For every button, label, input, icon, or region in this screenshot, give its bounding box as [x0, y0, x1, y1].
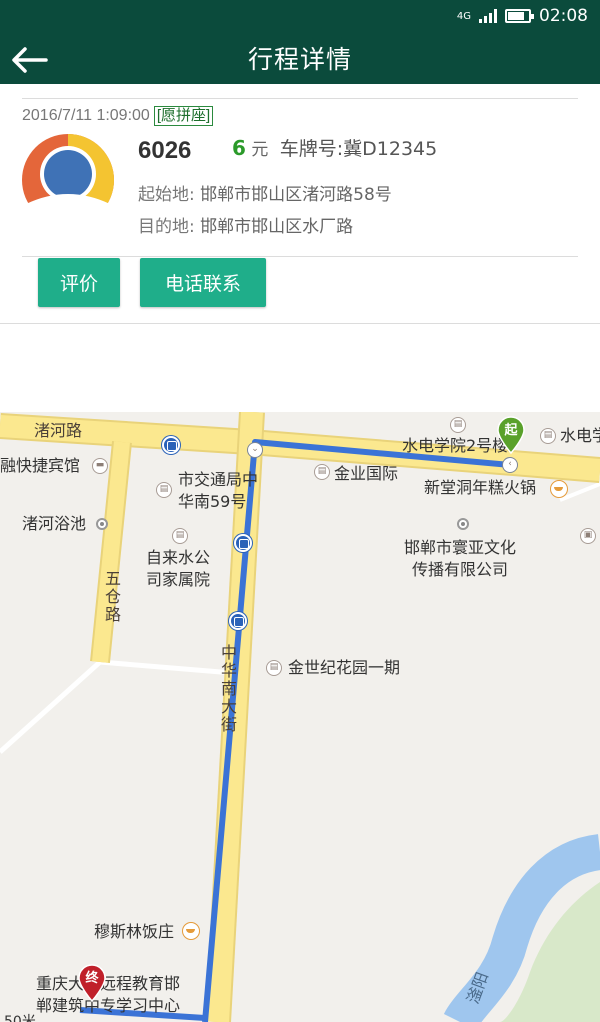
road-char: 中 [220, 643, 237, 662]
price-unit: 元 [251, 140, 269, 160]
restaurant-icon[interactable] [182, 922, 200, 940]
poi-dot-icon[interactable] [96, 518, 108, 530]
road-char: 路 [104, 605, 121, 624]
route-map[interactable]: 渚河路 五 仓 路 中 华 南 大 街 ▤ 水电学院2号楼 ▤ 水电学 融快捷宾… [0, 412, 600, 1022]
trip-card: 2016/7/11 1:09:00 [愿拼座] 6026 6 元 车牌号:冀D12… [0, 84, 600, 324]
divider [22, 98, 578, 99]
origin-row: 起始地: 邯郸市邯山区渚河路58号 [138, 180, 392, 205]
price-row: 6 元 车牌号:冀D12345 [232, 134, 437, 161]
divider [22, 256, 578, 257]
road-char: 街 [220, 715, 237, 734]
status-bar: 4G 02:08 [0, 0, 600, 36]
clock: 02:08 [539, 6, 588, 26]
poi-label: 华南59号 [178, 492, 247, 511]
poi-label: 水电学 [560, 426, 600, 445]
poi-label: 市交通局中 [178, 470, 259, 489]
poi-dot-icon[interactable] [457, 518, 469, 530]
end-marker-icon[interactable]: 终 [77, 964, 107, 1002]
building-poi-icon[interactable]: ▤ [450, 417, 466, 433]
route-waypoint-icon: ‹ [502, 457, 518, 473]
poi-label: 金业国际 [334, 464, 399, 483]
page-title: 行程详情 [247, 45, 352, 74]
signal-icon [479, 9, 497, 23]
road-label: 渚河路 [34, 421, 83, 440]
building-poi-icon[interactable]: ▤ [540, 428, 556, 444]
default-avatar-icon [22, 134, 114, 226]
restaurant-icon[interactable] [550, 480, 568, 498]
poi-label: 渚河浴池 [22, 514, 87, 533]
poi-label: 穆斯林饭庄 [94, 922, 175, 941]
road-char: 五 [104, 569, 121, 588]
start-marker-icon[interactable]: 起 [496, 416, 526, 454]
call-button[interactable]: 电话联系 [140, 258, 266, 307]
map-scale: 50米 [4, 1014, 36, 1022]
battery-level [508, 12, 524, 20]
destination-row: 目的地: 邯郸市邯山区水厂路 [138, 212, 353, 237]
driver-number: 6026 [138, 137, 192, 164]
poi-label: 邯郸市寰亚文化 [404, 538, 517, 557]
poi-label: 融快捷宾馆 [0, 456, 81, 475]
price-value: 6 [232, 136, 246, 160]
battery-icon [505, 9, 534, 23]
trip-datetime: 2016/7/11 1:09:00 [22, 107, 150, 124]
bus-stop-icon[interactable] [234, 534, 252, 552]
gas-station-icon[interactable]: ▣ [580, 528, 596, 544]
poi-label: 自来水公 [146, 548, 211, 567]
poi-label: 传播有限公司 [412, 560, 509, 579]
road-label-vertical: 五 仓 路 [104, 570, 122, 624]
road-char: 大 [220, 697, 237, 716]
building-poi-icon[interactable]: ▤ [156, 482, 172, 498]
network-type: 4G [456, 10, 471, 22]
origin-label: 起始地: [138, 185, 195, 205]
road-label-vertical: 中 华 南 大 街 [220, 644, 238, 734]
poi-label: 金世纪花园一期 [288, 658, 401, 677]
poi-label: 新堂洞年糕火锅 [424, 478, 537, 497]
destination-address: 邯郸市邯山区水厂路 [200, 217, 354, 237]
route-waypoint-icon: ⌄ [247, 442, 263, 458]
seat-share-badge: [愿拼座] [153, 106, 214, 126]
poi-label: 水电学院2号楼 [402, 436, 509, 455]
bus-stop-icon[interactable] [162, 436, 180, 454]
origin-address: 邯郸市邯山区渚河路58号 [200, 185, 392, 205]
hotel-poi-icon[interactable]: ▬ [92, 458, 108, 474]
poi-label: 郸建筑中专学习中心 [36, 996, 181, 1015]
app-header: 行程详情 [0, 36, 600, 84]
start-marker-label: 起 [504, 423, 518, 438]
building-poi-icon[interactable]: ▤ [172, 528, 188, 544]
trip-datetime-row: 2016/7/11 1:09:00 [愿拼座] [22, 106, 214, 126]
destination-label: 目的地: [138, 217, 195, 237]
poi-label: 司家属院 [146, 570, 211, 589]
road-char: 仓 [104, 587, 121, 606]
building-poi-icon[interactable]: ▤ [266, 660, 282, 676]
status-icons: 4G 02:08 [457, 6, 588, 26]
license-plate: 车牌号:冀D12345 [279, 138, 438, 160]
rate-button[interactable]: 评价 [38, 258, 120, 307]
poi-label: 重庆大学远程教育邯 [36, 974, 181, 993]
road-char: 南 [220, 679, 237, 698]
bus-stop-icon[interactable] [229, 612, 247, 630]
road-char: 华 [220, 661, 237, 680]
building-poi-icon[interactable]: ▤ [314, 464, 330, 480]
map-canvas [0, 412, 600, 1022]
end-marker-label: 终 [85, 971, 99, 986]
